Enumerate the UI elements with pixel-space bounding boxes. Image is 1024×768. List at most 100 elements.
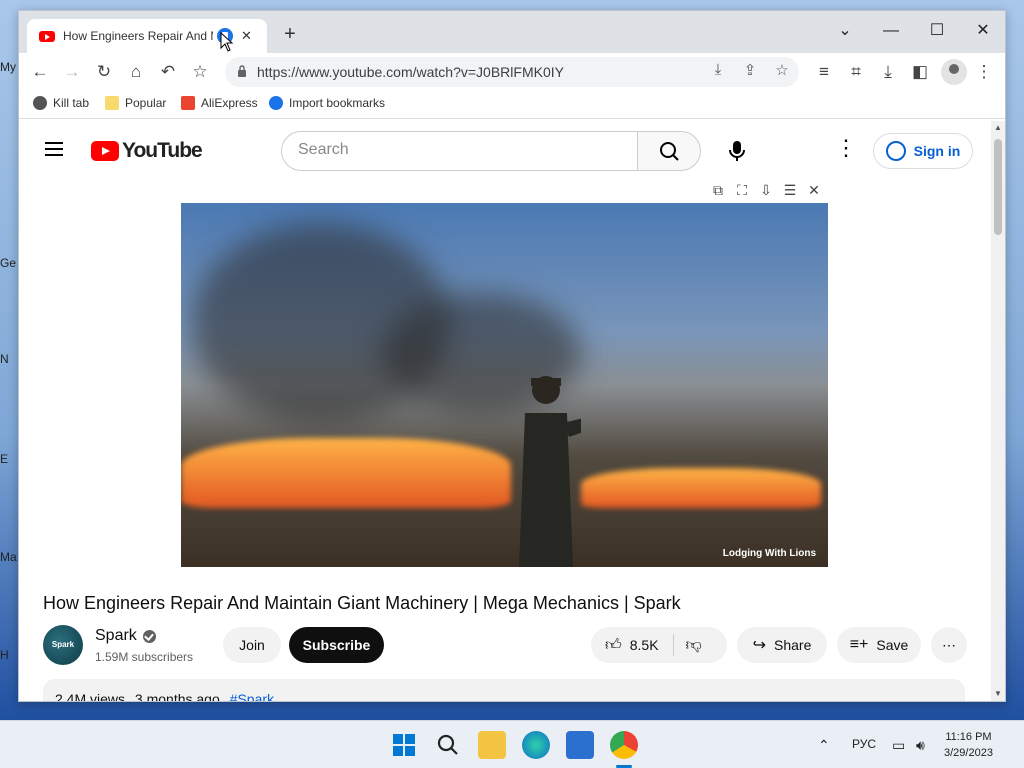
menu-kebab-icon[interactable]: ⋮	[971, 60, 997, 84]
channel-avatar[interactable]: Spark	[43, 625, 83, 665]
page-scrollbar[interactable]: ▲ ▼	[991, 121, 1005, 701]
scroll-up-icon[interactable]: ▲	[994, 123, 1002, 132]
description-box[interactable]: 2.4M views 3 months ago #Spark	[43, 679, 965, 702]
share-icon: ↪	[752, 637, 767, 654]
subscriber-count: 1.59M subscribers	[95, 650, 194, 664]
download-video-icon[interactable]: ⇩	[757, 181, 775, 199]
video-watermark: Lodging With Lions	[722, 548, 816, 559]
tab-title: How Engineers Repair And M	[63, 29, 213, 43]
save-button[interactable]: ≡+ Save	[837, 627, 921, 663]
bookmark-aliexpress[interactable]: AliExpress	[181, 96, 258, 110]
maximize-button[interactable]: ☐	[917, 17, 957, 45]
taskbar: ⌃ РУС ▭ 🔊︎ 11:16 PM 3/29/2023	[0, 720, 1024, 768]
crop-icon[interactable]: ⌗	[843, 60, 869, 84]
start-button[interactable]	[390, 731, 418, 759]
scroll-down-icon[interactable]: ▼	[994, 689, 1002, 698]
sign-in-label: Sign in	[913, 143, 961, 159]
close-window-button[interactable]: ✕	[963, 17, 1003, 45]
star-icon[interactable]: ☆	[771, 61, 793, 79]
dislike-icon[interactable]: 👎︎	[686, 636, 702, 655]
edge-browser-icon[interactable]	[522, 731, 550, 759]
video-player[interactable]: Lodging With Lions	[181, 203, 828, 567]
bookmark-import[interactable]: Import bookmarks	[269, 96, 385, 110]
system-clock[interactable]: 11:16 PM 3/29/2023	[944, 729, 993, 761]
url-text[interactable]: https://www.youtube.com/watch?v=J0BRlFMK…	[257, 64, 564, 80]
tab-search-icon[interactable]: ⌄	[825, 17, 865, 45]
like-icon[interactable]: 👍︎	[605, 636, 622, 655]
desktop-icon-label[interactable]: My	[0, 60, 18, 74]
youtube-logo[interactable]: YouTube	[91, 139, 203, 163]
bookmark-popular[interactable]: Popular	[105, 96, 166, 110]
more-actions-button[interactable]: ⋯	[931, 627, 967, 663]
desktop-icon-label[interactable]: Ge	[0, 256, 18, 270]
install-app-icon[interactable]: ⤓	[707, 61, 729, 78]
share-page-icon[interactable]: ⇪	[739, 61, 761, 79]
channel-name[interactable]: Spark	[95, 627, 156, 645]
settings-kebab-icon[interactable]: ⋮	[835, 135, 857, 161]
download-icon[interactable]: ⤓	[875, 60, 901, 84]
playlist-add-icon: ≡+	[849, 636, 869, 653]
youtube-page: YouTube Search ⋮ Sign in ⧉ ⛶ ⇩ ☰ ✕ Lodgi…	[19, 121, 991, 702]
desktop-icon-label[interactable]: Ma	[0, 550, 18, 564]
subscribe-button[interactable]: Subscribe	[289, 627, 384, 663]
back-icon[interactable]: ←	[27, 60, 53, 84]
profile-avatar[interactable]	[941, 59, 967, 85]
like-count[interactable]: 8.5K	[630, 637, 659, 653]
desktop-icon-label[interactable]: H	[0, 648, 18, 662]
search-input[interactable]: Search	[281, 131, 639, 171]
reading-list-icon[interactable]: ≡	[811, 60, 837, 84]
divider	[672, 634, 674, 656]
settings-gear-icon	[269, 96, 283, 110]
address-bar[interactable]: https://www.youtube.com/watch?v=J0BRlFMK…	[225, 57, 799, 87]
minimize-button[interactable]: —	[871, 17, 911, 45]
bookmarks-bar: Kill tab Popular AliExpress Import bookm…	[19, 91, 1005, 119]
bookmark-label: Import bookmarks	[289, 96, 386, 110]
search-taskbar-button[interactable]	[434, 731, 462, 759]
language-indicator[interactable]: РУС	[852, 737, 876, 751]
network-icon[interactable]: ▭	[892, 737, 905, 754]
tray-overflow-icon[interactable]: ⌃	[818, 737, 830, 754]
side-panel-icon[interactable]: ◧	[907, 60, 933, 84]
bookmark-label: Kill tab	[53, 96, 90, 110]
bookmark-label: AliExpress	[201, 96, 258, 110]
tab-close-icon[interactable]: ✕	[241, 28, 252, 44]
desktop-icon-label[interactable]: E	[0, 452, 18, 466]
store-icon[interactable]	[566, 731, 594, 759]
lock-icon	[238, 65, 246, 77]
search-button[interactable]	[637, 131, 701, 171]
scroll-thumb[interactable]	[994, 139, 1002, 235]
home-icon[interactable]: ⌂	[123, 60, 149, 84]
voice-search-button[interactable]	[719, 133, 755, 169]
fullscreen-icon[interactable]: ⛶	[733, 181, 751, 199]
new-tab-button[interactable]: +	[277, 21, 303, 47]
microphone-icon	[729, 141, 745, 161]
reload-icon[interactable]: ↻	[91, 60, 117, 84]
close-overlay-icon[interactable]: ✕	[805, 181, 823, 199]
clock-time: 11:16 PM	[945, 731, 992, 743]
bookmark-kill-tab[interactable]: Kill tab	[33, 96, 89, 110]
browser-window: How Engineers Repair And M ✕ + ⌄ — ☐ ✕ ←…	[18, 10, 1006, 702]
logo-text: YouTube	[122, 139, 203, 162]
volume-icon[interactable]: 🔊︎	[916, 737, 925, 754]
join-button[interactable]: Join	[223, 627, 281, 663]
undo-icon[interactable]: ↶	[155, 60, 181, 84]
person-silhouette	[519, 376, 581, 567]
channel-name-text: Spark	[95, 627, 137, 644]
clock-date: 3/29/2023	[944, 747, 993, 759]
bookmark-star-icon[interactable]: ☆	[187, 60, 213, 84]
upload-age: 3 months ago	[134, 691, 220, 702]
search-icon	[437, 734, 458, 755]
youtube-header: YouTube Search ⋮ Sign in	[19, 121, 991, 177]
share-button[interactable]: ↪ Share	[737, 627, 827, 663]
pip-icon[interactable]: ⧉	[709, 181, 727, 199]
verified-icon	[142, 629, 156, 643]
forward-icon[interactable]: →	[59, 60, 85, 84]
chrome-icon[interactable]	[610, 731, 638, 759]
hamburger-menu-icon[interactable]	[45, 142, 63, 156]
like-dislike-group: 👍︎ 8.5K 👎︎	[591, 627, 727, 663]
desktop-icon-label[interactable]: N	[0, 352, 18, 366]
hashtag-link[interactable]: #Spark	[230, 691, 274, 701]
list-icon[interactable]: ☰	[781, 181, 799, 199]
sign-in-button[interactable]: Sign in	[873, 133, 973, 169]
file-explorer-icon[interactable]	[478, 731, 506, 759]
